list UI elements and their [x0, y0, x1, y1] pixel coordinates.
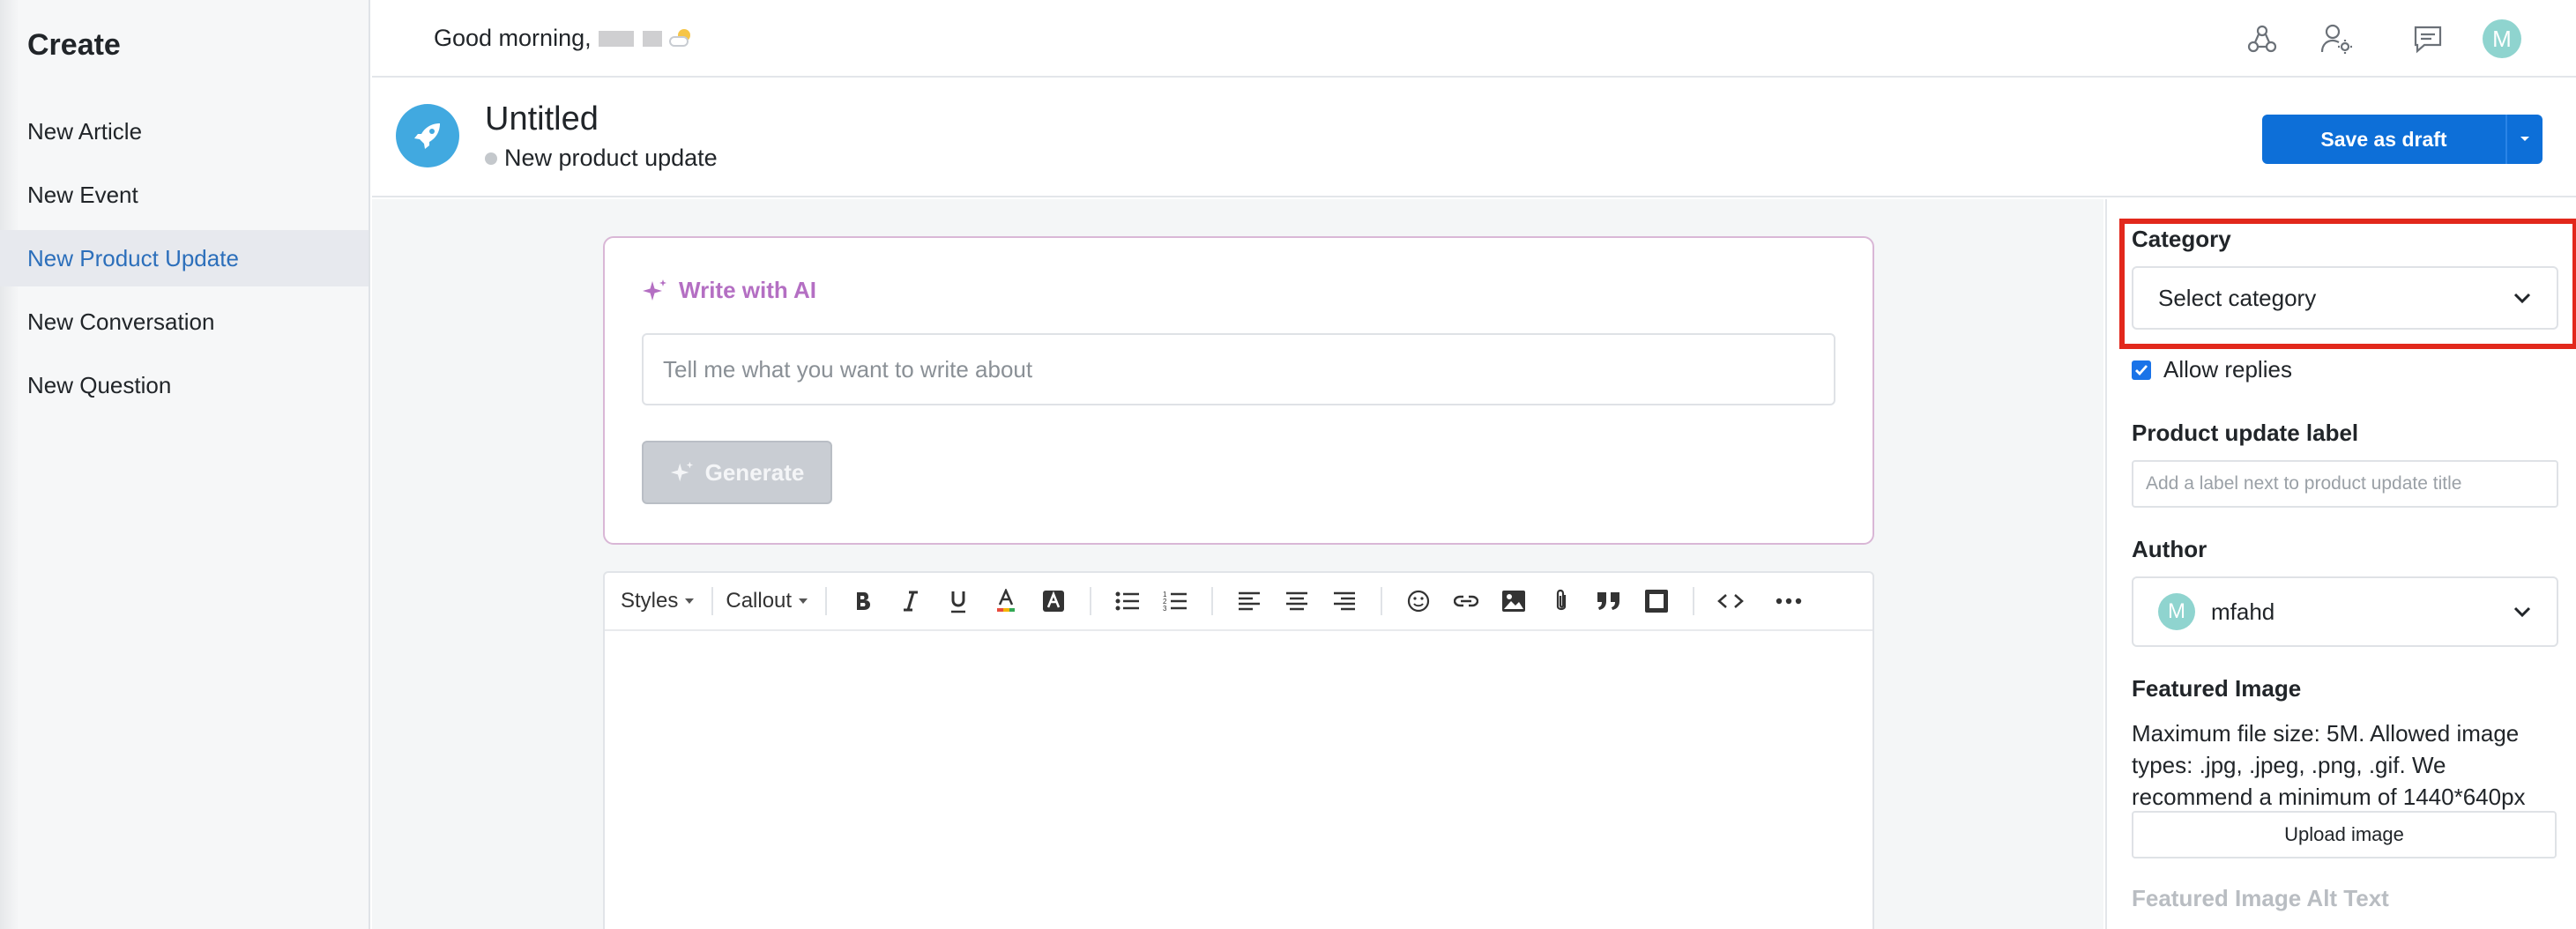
featured-image-help: Maximum file size: 5M. Allowed image typ… — [2132, 720, 2526, 810]
bold-icon[interactable] — [839, 580, 887, 622]
sidebar-item-new-article[interactable]: New Article — [0, 103, 369, 160]
ai-title: Write with AI — [642, 277, 816, 304]
ai-title-text: Write with AI — [679, 277, 816, 303]
page-header: Untitled New product update Save as draf… — [372, 79, 2576, 197]
chat-icon[interactable] — [2407, 18, 2449, 60]
callout-dropdown[interactable]: Callout — [726, 589, 825, 613]
author-name: mfahd — [2211, 598, 2275, 625]
bulleted-list-icon[interactable] — [1104, 580, 1151, 622]
community-icon[interactable] — [2241, 18, 2283, 60]
italic-icon[interactable] — [887, 580, 934, 622]
category-select[interactable]: Select category — [2132, 266, 2558, 330]
sidebar-item-new-product-update[interactable]: New Product Update — [0, 230, 369, 286]
rich-text-editor: Styles Callout 123 — [603, 571, 1874, 929]
sparkle-icon — [670, 461, 693, 482]
caret-down-icon — [799, 598, 808, 604]
featured-image-label: Featured Image — [2132, 675, 2302, 702]
featured-image-alt-label: Featured Image Alt Text — [2132, 885, 2389, 911]
ai-writer-card: Write with AI Generate — [603, 236, 1874, 545]
main-content: Write with AI Generate Styles Callout 12… — [372, 199, 2103, 929]
toolbar-divider — [1090, 587, 1092, 615]
styles-label: Styles — [621, 589, 679, 613]
image-icon[interactable] — [1490, 580, 1537, 622]
text-color-icon[interactable] — [982, 580, 1030, 622]
allow-replies-checkbox[interactable] — [2132, 360, 2151, 380]
more-options-icon[interactable] — [1765, 580, 1813, 622]
toolbar-divider — [711, 587, 714, 615]
avatar-initial: M — [2483, 19, 2521, 58]
underline-icon[interactable] — [934, 580, 982, 622]
styles-dropdown[interactable]: Styles — [621, 589, 711, 613]
avatar[interactable]: M — [2481, 18, 2523, 60]
author-label: Author — [2132, 536, 2207, 562]
greeting: Good morning, — [434, 25, 692, 52]
author-select[interactable]: M mfahd — [2132, 576, 2558, 647]
quote-icon[interactable] — [1585, 580, 1633, 622]
align-right-icon[interactable] — [1321, 580, 1368, 622]
generate-label: Generate — [704, 458, 805, 486]
top-icons: M — [2209, 18, 2523, 60]
upload-image-button[interactable]: Upload image — [2132, 811, 2557, 858]
sidebar-item-new-question[interactable]: New Question — [0, 357, 369, 413]
chevron-down-icon — [2513, 606, 2531, 618]
editor-toolbar: Styles Callout 123 — [605, 573, 1872, 631]
svg-text:3: 3 — [1163, 605, 1167, 613]
content-type-label: New product update — [504, 145, 718, 171]
ai-prompt-input[interactable] — [642, 333, 1835, 405]
toolbar-divider — [1381, 587, 1383, 615]
attachment-icon[interactable] — [1537, 580, 1585, 622]
numbered-list-icon[interactable]: 123 — [1151, 580, 1199, 622]
content-type: New product update — [485, 145, 718, 172]
check-icon — [2135, 364, 2148, 375]
align-left-icon[interactable] — [1225, 580, 1273, 622]
link-icon[interactable] — [1442, 580, 1490, 622]
sidebar-title: Create — [27, 28, 121, 62]
emoji-icon[interactable] — [1395, 580, 1442, 622]
chevron-down-icon — [2513, 293, 2531, 304]
highlight-color-icon[interactable] — [1030, 580, 1077, 622]
toolbar-divider — [1693, 587, 1695, 615]
redacted-name — [598, 30, 634, 47]
save-button-group: Save as draft — [2262, 115, 2542, 164]
top-bar: Good morning, M — [372, 0, 2576, 78]
caret-down-icon — [685, 598, 695, 604]
product-update-label-heading: Product update label — [2132, 420, 2359, 446]
generate-button[interactable]: Generate — [642, 441, 832, 504]
save-options-button[interactable] — [2505, 115, 2542, 164]
redacted-name — [642, 30, 662, 47]
category-label: Category — [2132, 226, 2231, 252]
sidebar-item-new-event[interactable]: New Event — [0, 167, 369, 223]
allow-replies-row: Allow replies — [2132, 356, 2292, 383]
code-icon[interactable] — [1707, 580, 1754, 622]
sidebar-menu: New Article New Event New Product Update… — [0, 103, 369, 420]
settings-panel: Category Select category Allow replies P… — [2105, 199, 2576, 929]
status-dot — [485, 152, 497, 165]
rocket-icon — [396, 104, 459, 167]
embed-block-icon[interactable] — [1633, 580, 1680, 622]
sidebar-item-new-conversation[interactable]: New Conversation — [0, 294, 369, 350]
greeting-text: Good morning, — [434, 25, 592, 51]
author-avatar: M — [2158, 593, 2195, 630]
save-draft-button[interactable]: Save as draft — [2262, 115, 2505, 164]
category-value: Select category — [2158, 284, 2317, 311]
editor-body[interactable] — [605, 631, 1872, 929]
product-update-label-input[interactable] — [2132, 460, 2558, 508]
callout-label: Callout — [726, 589, 793, 613]
weather-icon — [668, 28, 692, 48]
sparkle-icon — [643, 279, 666, 301]
user-settings-icon[interactable] — [2315, 18, 2357, 60]
toolbar-divider — [825, 587, 828, 615]
toolbar-divider — [1211, 587, 1214, 615]
allow-replies-label: Allow replies — [2163, 356, 2292, 383]
align-center-icon[interactable] — [1273, 580, 1321, 622]
sidebar: Create New Article New Event New Product… — [0, 0, 370, 929]
page-title[interactable]: Untitled — [485, 100, 599, 138]
caret-down-icon — [2520, 137, 2529, 141]
